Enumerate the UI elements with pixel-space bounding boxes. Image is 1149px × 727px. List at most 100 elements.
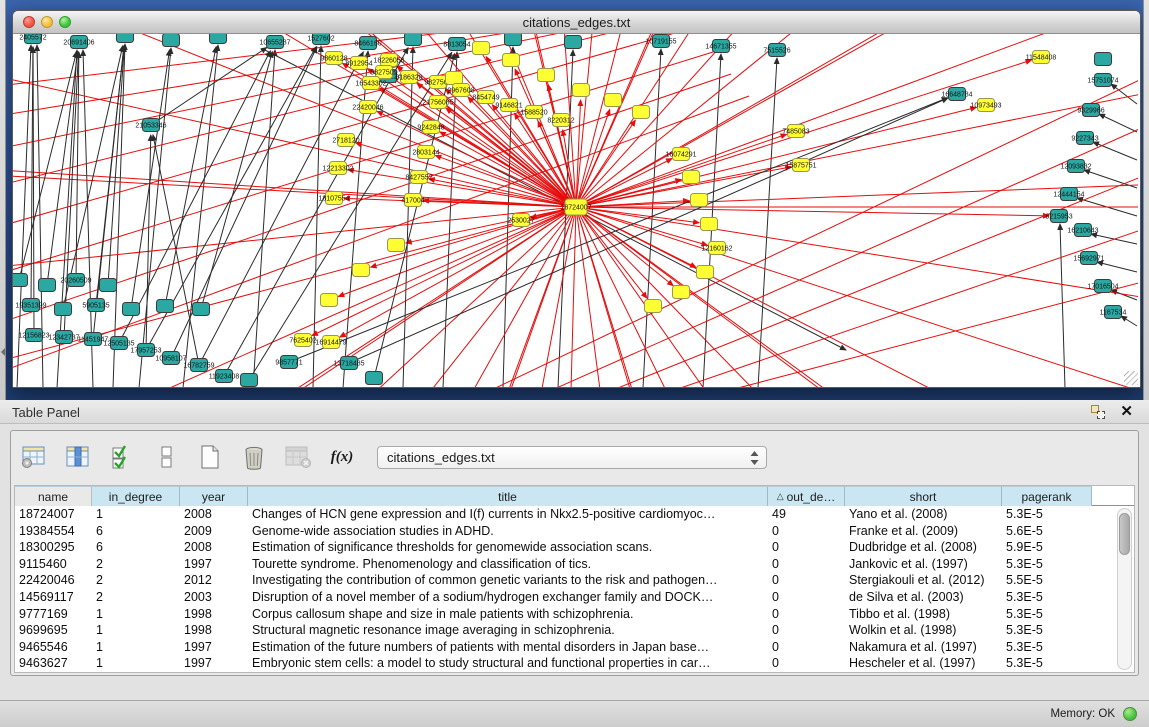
graph-node[interactable]: 17016504: [1087, 280, 1118, 293]
graph-node[interactable]: [366, 372, 383, 385]
control-panel-collapsed-divider[interactable]: [0, 0, 6, 400]
graph-edge[interactable]: [576, 207, 673, 286]
graph-edge-ray[interactable]: [576, 34, 935, 207]
delete-table-button-disabled[interactable]: [281, 440, 315, 474]
graph-node[interactable]: 16914479: [315, 336, 346, 349]
graph-edge[interactable]: [1097, 262, 1137, 272]
graph-node[interactable]: [157, 300, 174, 313]
function-builder-button[interactable]: f(x): [325, 440, 359, 474]
graph-edge-ray[interactable]: [576, 207, 1105, 387]
graph-node[interactable]: [505, 34, 522, 46]
graph-node[interactable]: [605, 94, 622, 107]
graph-edge[interactable]: [340, 207, 576, 337]
graph-node[interactable]: [1095, 53, 1112, 66]
unselect-all-columns-button[interactable]: [149, 440, 183, 474]
graph-node[interactable]: 2803144: [412, 146, 439, 159]
column-header-name[interactable]: name: [15, 486, 92, 506]
show-columns-button[interactable]: [61, 440, 95, 474]
graph-edge[interactable]: [1093, 142, 1137, 160]
graph-node[interactable]: 12213302: [322, 162, 353, 175]
table-row[interactable]: 911546021997Tourette syndrome. Phenomeno…: [15, 556, 1134, 573]
graph-node[interactable]: [163, 34, 180, 47]
graph-edge-ray[interactable]: [576, 78, 1138, 207]
close-panel-icon[interactable]: ✕: [1120, 402, 1133, 420]
graph-edge[interactable]: [183, 45, 218, 387]
graph-node[interactable]: [193, 303, 210, 316]
scrollbar-thumb[interactable]: [1119, 513, 1130, 555]
graph-edge[interactable]: [663, 219, 1138, 387]
table-row[interactable]: 946362711997Embryonic stem cells: a mode…: [15, 655, 1134, 672]
graph-node[interactable]: [691, 194, 708, 207]
new-column-button[interactable]: [193, 440, 227, 474]
graph-node[interactable]: [353, 264, 370, 277]
graph-edge[interactable]: [47, 52, 78, 285]
graph-node[interactable]: 9242848: [417, 121, 444, 134]
graph-node[interactable]: [321, 294, 338, 307]
graph-node[interactable]: 22420046: [352, 101, 383, 114]
table-row[interactable]: 2242004622012Investigating the contribut…: [15, 572, 1134, 589]
graph-node[interactable]: 16074291: [665, 148, 696, 161]
graph-edge-ray[interactable]: [576, 34, 843, 207]
column-header-out_degree[interactable]: △out_de…: [768, 486, 845, 506]
graph-node[interactable]: [473, 42, 490, 55]
graph-edge[interactable]: [576, 134, 787, 207]
graph-edge-ray[interactable]: [576, 34, 1089, 207]
graph-edge[interactable]: [108, 46, 124, 285]
graph-node[interactable]: 2405572: [19, 34, 46, 44]
graph-edge[interactable]: [349, 98, 948, 363]
graph-node[interactable]: [241, 374, 258, 387]
table-row[interactable]: 1456911722003Disruption of a novel membe…: [15, 589, 1134, 606]
table-row[interactable]: 969969511998Structural magnetic resonanc…: [15, 622, 1134, 639]
graph-node[interactable]: [565, 36, 582, 49]
network-canvas[interactable]: 2405572206914061065528715276028466160881…: [13, 34, 1140, 387]
graph-edge[interactable]: [543, 114, 1138, 387]
graph-edge-ray[interactable]: [576, 34, 1017, 207]
graph-node[interactable]: [210, 34, 227, 44]
column-header-pagerank[interactable]: pagerank: [1002, 486, 1092, 506]
graph-edge[interactable]: [289, 98, 948, 362]
table-row[interactable]: 1872400712008Changes of HCN gene express…: [15, 506, 1134, 523]
graph-node[interactable]: 7485083: [782, 125, 809, 138]
column-header-short[interactable]: short: [845, 486, 1002, 506]
graph-node[interactable]: 2718120: [332, 134, 359, 147]
results-panel-collapsed-divider[interactable]: [1143, 0, 1149, 400]
graph-node[interactable]: [123, 303, 140, 316]
graph-edge[interactable]: [1099, 114, 1137, 132]
select-all-columns-button[interactable]: [105, 440, 139, 474]
memory-ok-indicator-icon[interactable]: [1123, 707, 1137, 721]
graph-edge-ray[interactable]: [576, 207, 956, 387]
graph-node[interactable]: [633, 106, 650, 119]
graph-edge[interactable]: [253, 50, 275, 387]
graph-node[interactable]: 1527602: [307, 34, 334, 45]
table-select-combobox[interactable]: citations_edges.txt: [377, 446, 767, 469]
graph-node[interactable]: [673, 286, 690, 299]
graph-node[interactable]: 10655287: [259, 36, 290, 49]
graph-edge[interactable]: [1121, 316, 1137, 326]
table-settings-button[interactable]: [17, 440, 51, 474]
graph-node[interactable]: 11548408: [1026, 51, 1057, 64]
graph-edge[interactable]: [371, 207, 576, 267]
graph-node[interactable]: 12156823: [18, 329, 49, 342]
graph-node[interactable]: 12342737: [48, 331, 79, 344]
table-row[interactable]: 977716911998Corpus callosum shape and si…: [15, 606, 1134, 623]
graph-node[interactable]: 18226058: [373, 54, 404, 67]
graph-node[interactable]: 20260509: [60, 274, 91, 287]
graph-node[interactable]: [538, 69, 555, 82]
graph-node[interactable]: 417004: [401, 194, 424, 207]
graph-node[interactable]: [39, 279, 56, 292]
graph-node[interactable]: 9857771: [275, 356, 302, 369]
graph-edge[interactable]: [313, 46, 321, 387]
graph-node[interactable]: 1588520: [520, 106, 547, 119]
table-row[interactable]: 1938455462009Genome-wide association stu…: [15, 523, 1134, 540]
graph-edge[interactable]: [1111, 290, 1137, 300]
table-vertical-scrollbar[interactable]: [1117, 508, 1132, 670]
graph-node[interactable]: 20691406: [63, 36, 94, 49]
graph-node[interactable]: [683, 171, 700, 184]
graph-edge[interactable]: [1060, 224, 1065, 387]
graph-node[interactable]: 10973493: [970, 99, 1001, 112]
graph-node[interactable]: [117, 34, 134, 43]
graph-node[interactable]: [503, 54, 520, 67]
graph-node[interactable]: [697, 266, 714, 279]
graph-edge[interactable]: [199, 52, 363, 365]
graph-node[interactable]: [405, 34, 422, 46]
